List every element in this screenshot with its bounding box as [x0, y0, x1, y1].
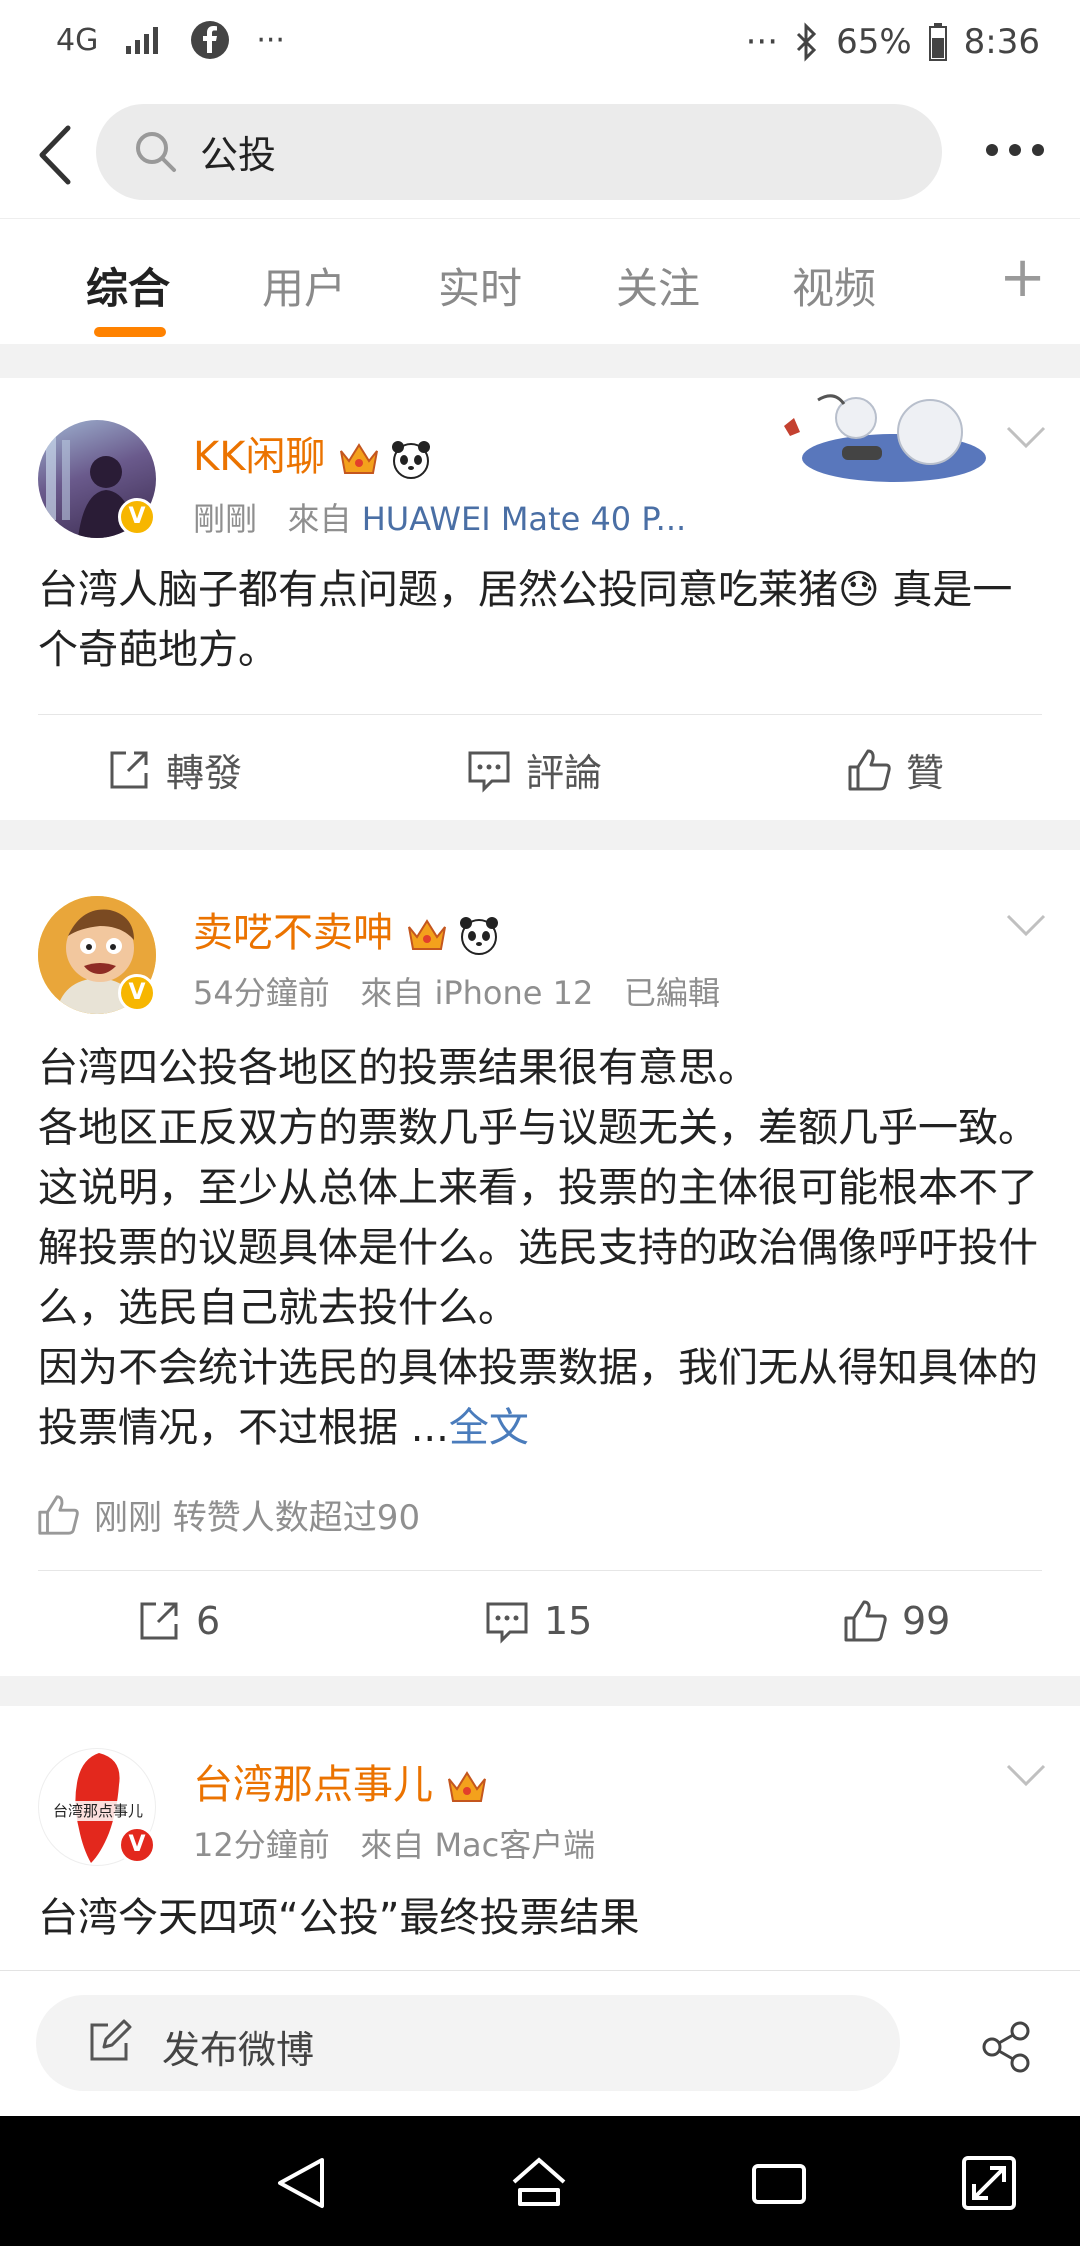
status-more-dots: ··· [256, 22, 285, 58]
divider [38, 1570, 1042, 1571]
nav-back-icon[interactable] [272, 2154, 330, 2212]
divider [38, 714, 1042, 715]
post-text[interactable]: 台湾今天四项“公投”最终投票结果 [38, 1888, 1048, 1948]
comment-icon [468, 751, 510, 793]
post-meta: 12分鐘前 來自 Mac客户端 [193, 1826, 596, 1864]
decoration-sticker-icon [784, 394, 986, 482]
add-tab-icon[interactable]: + [999, 245, 1046, 310]
system-navigation-bar [0, 2116, 1080, 2246]
post-meta: 54分鐘前 來自 iPhone 12 已編輯 [193, 974, 720, 1012]
avatar-logo-text: 台湾那点事儿 [53, 1802, 143, 1820]
repost-icon [110, 751, 148, 788]
status-bar: 4G ··· ··· 65% 8:36 [0, 0, 1080, 90]
like-button[interactable]: 99 [842, 1598, 950, 1644]
post-card[interactable]: V KK闲聊 剛剛 來自 HUAWEI Mate 40 P... 台湾人脑子都有… [0, 378, 1080, 820]
thumbs-up-icon [848, 749, 891, 790]
tab-realtime[interactable]: 实时 [438, 255, 522, 316]
nav-home-icon[interactable] [510, 2154, 568, 2212]
post-author[interactable]: KK闲聊 [193, 424, 433, 482]
post-source[interactable]: Mac客户端 [434, 1826, 595, 1864]
verified-badge: V [118, 974, 156, 1012]
edit-icon [90, 2019, 132, 2061]
status-right-dots: ··· [745, 22, 779, 62]
chevron-down-icon[interactable] [1004, 1760, 1048, 1790]
post-text[interactable]: 台湾四公投各地区的投票结果很有意思。 各地区正反双方的票数几乎与议题无关，差额几… [38, 1038, 1048, 1458]
tab-users[interactable]: 用户 [262, 255, 346, 316]
post-author[interactable]: 台湾那点事儿 [193, 1752, 489, 1810]
share-icon[interactable] [980, 2021, 1032, 2073]
bluetooth-icon [797, 22, 817, 62]
tab-video[interactable]: 视频 [792, 255, 876, 316]
active-tab-indicator [94, 327, 166, 337]
post-author[interactable]: 卖呓不卖呻 [193, 900, 501, 958]
comment-icon [486, 1602, 528, 1644]
compose-bar: 发布微博 [0, 1970, 1080, 2116]
chevron-down-icon[interactable] [1004, 422, 1048, 452]
comment-button[interactable]: 15 [484, 1598, 592, 1644]
crown-icon [408, 919, 446, 950]
compose-label: 发布微博 [162, 2028, 315, 2072]
search-query[interactable]: 公投 [200, 124, 276, 179]
verified-badge: V [118, 1826, 156, 1864]
nav-expand-icon[interactable] [960, 2154, 1018, 2212]
full-text-link[interactable]: 全文 [449, 1405, 529, 1451]
like-activity: 刚刚 转赞人数超过90 [36, 1490, 420, 1539]
tab-following[interactable]: 关注 [616, 255, 700, 316]
facebook-icon [191, 21, 230, 59]
post-card[interactable]: V 卖呓不卖呻 54分鐘前 來自 iPhone 12 已編輯 台湾四公投各地区的… [0, 850, 1080, 1676]
thumbs-up-icon [38, 1494, 79, 1535]
more-options-icon[interactable] [984, 142, 1046, 158]
nav-recent-apps-icon[interactable] [750, 2154, 808, 2212]
like-button[interactable]: 贊 [846, 742, 944, 797]
network-indicator: 4G [56, 22, 99, 58]
clock: 8:36 [963, 22, 1040, 62]
post-source[interactable]: iPhone 12 [434, 974, 593, 1012]
search-input[interactable]: 公投 [96, 104, 942, 200]
thumbs-up-icon [844, 1600, 887, 1642]
comment-button[interactable]: 評論 [466, 742, 602, 797]
verified-badge: V [118, 498, 156, 536]
crown-icon [448, 1771, 486, 1802]
crown-icon [340, 443, 379, 474]
compose-button[interactable]: 发布微博 [36, 1995, 900, 2091]
repost-icon [140, 1602, 178, 1640]
post-card[interactable]: 台湾那点事儿 V 台湾那点事儿 12分鐘前 來自 Mac客户端 台湾今天四项“公… [0, 1706, 1080, 1970]
search-tabs: 综合 用户 实时 关注 视频 + [0, 218, 1080, 344]
battery-percent: 65% [836, 22, 912, 62]
repost-button[interactable]: 轉發 [106, 742, 242, 797]
edited-label: 已編輯 [623, 974, 720, 1012]
post-source[interactable]: HUAWEI Mate 40 P... [362, 500, 686, 538]
back-arrow-icon[interactable] [28, 120, 88, 190]
search-icon [136, 132, 176, 172]
repost-button[interactable]: 6 [136, 1598, 220, 1644]
post-text[interactable]: 台湾人脑子都有点问题，居然公投同意吃莱猪😓 真是一个奇葩地方。 [38, 560, 1048, 680]
search-header: 公投 [0, 90, 1080, 218]
panda-icon [392, 441, 431, 479]
signal-icon [126, 27, 159, 54]
post-meta: 剛剛 來自 HUAWEI Mate 40 P... [193, 500, 687, 538]
battery-icon [928, 23, 947, 61]
chevron-down-icon[interactable] [1004, 910, 1048, 940]
panda-icon [460, 917, 498, 955]
tab-comprehensive[interactable]: 综合 [86, 255, 170, 316]
